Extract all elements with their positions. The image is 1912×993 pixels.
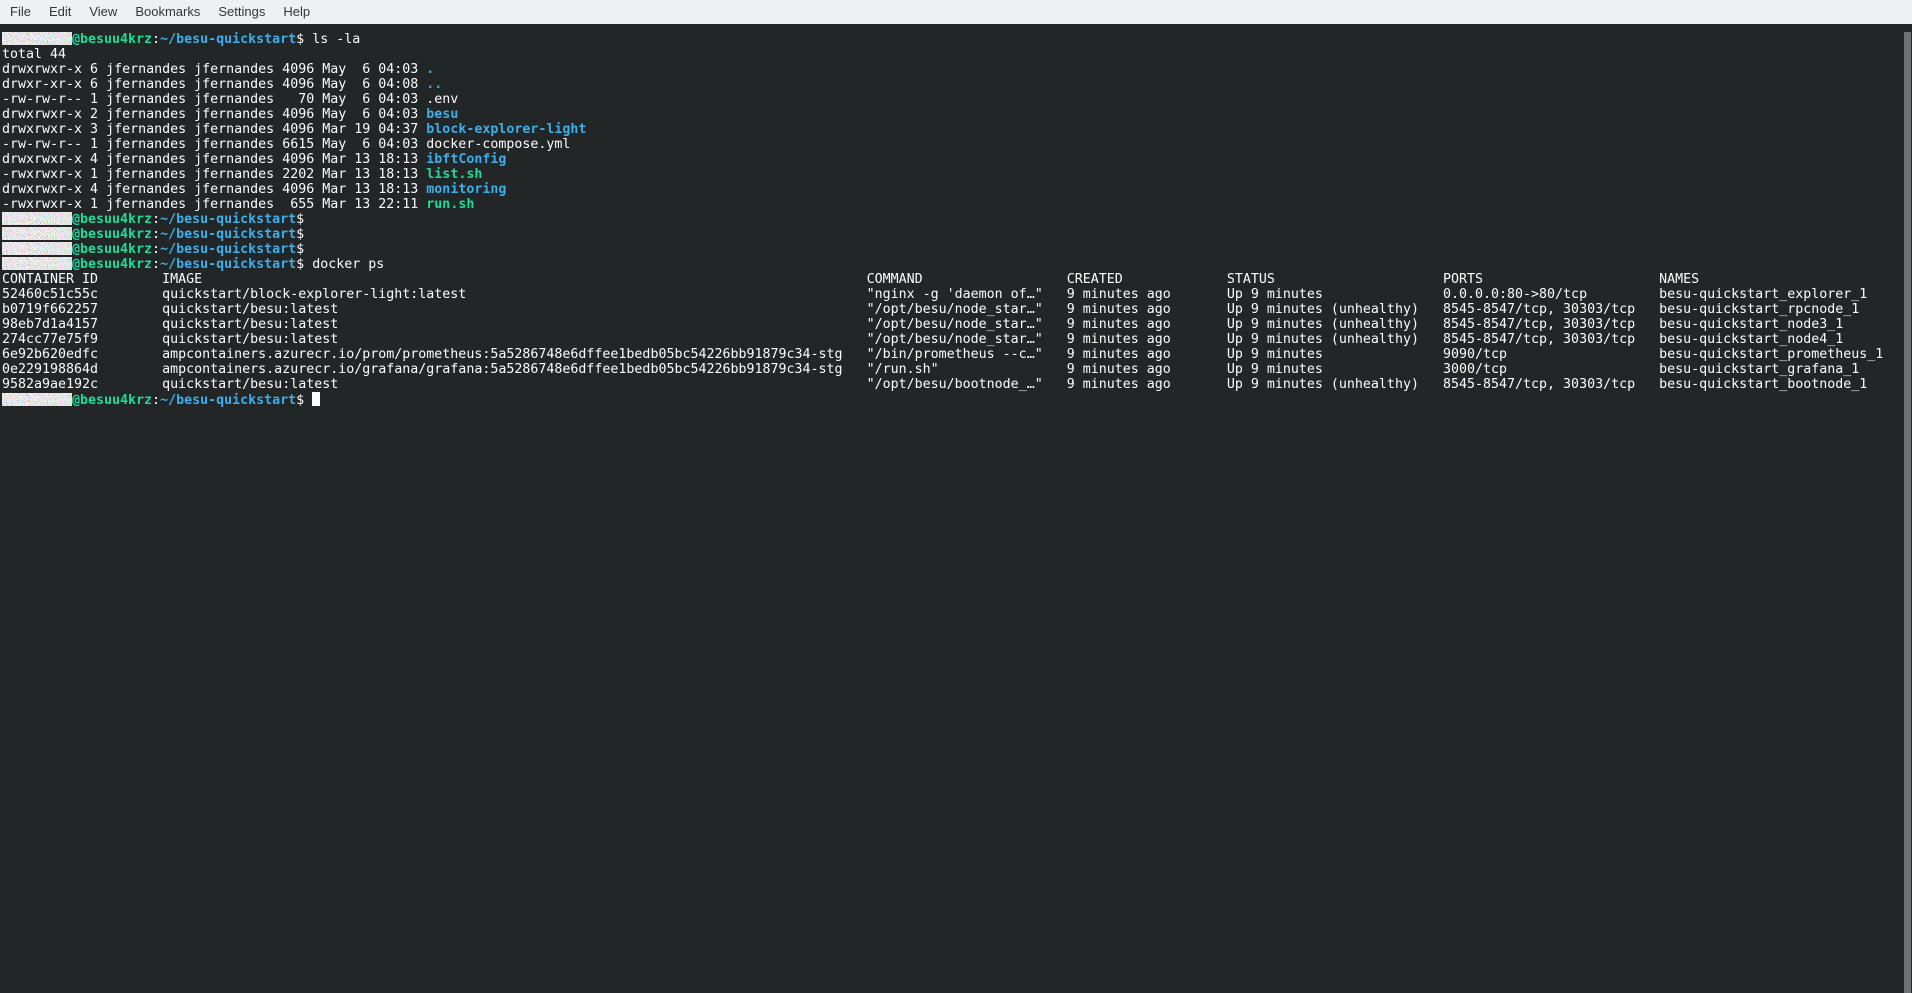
terminal-line: drwxrwxr-x 6 jfernandes jfernandes 4096 … [2,62,1898,77]
terminal-line: @besuu4krz:~/besu-quickstart$ ls -la [2,32,1898,47]
terminal-line: @besuu4krz:~/besu-quickstart$ [2,212,1898,227]
menu-item-help[interactable]: Help [274,0,319,24]
terminal-line: drwxr-xr-x 6 jfernandes jfernandes 4096 … [2,77,1898,92]
terminal-line: total 44 [2,47,1898,62]
terminal-line: 0e229198864d ampcontainers.azurecr.io/gr… [2,362,1898,377]
menu-item-view[interactable]: View [80,0,126,24]
redacted-username-noise [2,242,72,255]
menu-bar: File Edit View Bookmarks Settings Help [0,0,1912,24]
scrollbar-handle[interactable] [1904,32,1911,993]
terminal-line: @besuu4krz:~/besu-quickstart$ [2,242,1898,257]
redacted-username-noise [2,212,72,225]
terminal-line: CONTAINER ID IMAGE COMMAND CREATED STATU… [2,272,1898,287]
terminal-line: -rw-rw-r-- 1 jfernandes jfernandes 6615 … [2,137,1898,152]
menu-item-bookmarks[interactable]: Bookmarks [126,0,209,24]
terminal-line: drwxrwxr-x 4 jfernandes jfernandes 4096 … [2,152,1898,167]
terminal-line: 9582a9ae192c quickstart/besu:latest "/op… [2,377,1898,392]
terminal-line: 6e92b620edfc ampcontainers.azurecr.io/pr… [2,347,1898,362]
menu-item-file[interactable]: File [1,0,40,24]
redacted-username-noise [2,393,72,406]
menu-item-settings[interactable]: Settings [209,0,274,24]
terminal-line: @besuu4krz:~/besu-quickstart$ docker ps [2,257,1898,272]
terminal-line: 52460c51c55c quickstart/block-explorer-l… [2,287,1898,302]
terminal-screen[interactable]: @besuu4krz:~/besu-quickstart$ ls -latota… [0,24,1912,993]
terminal-line: drwxrwxr-x 3 jfernandes jfernandes 4096 … [2,122,1898,137]
redacted-username-noise [2,227,72,240]
terminal-line: -rwxrwxr-x 1 jfernandes jfernandes 2202 … [2,167,1898,182]
terminal-line: -rwxrwxr-x 1 jfernandes jfernandes 655 M… [2,197,1898,212]
terminal-line: @besuu4krz:~/besu-quickstart$ [2,392,1898,407]
terminal-line: @besuu4krz:~/besu-quickstart$ [2,227,1898,242]
scrollbar[interactable] [1903,24,1912,993]
terminal-line: drwxrwxr-x 4 jfernandes jfernandes 4096 … [2,182,1898,197]
terminal-line: b0719f662257 quickstart/besu:latest "/op… [2,302,1898,317]
terminal-line: 274cc77e75f9 quickstart/besu:latest "/op… [2,332,1898,347]
terminal-line: -rw-rw-r-- 1 jfernandes jfernandes 70 Ma… [2,92,1898,107]
menu-item-edit[interactable]: Edit [40,0,80,24]
redacted-username-noise [2,32,72,45]
terminal-line: drwxrwxr-x 2 jfernandes jfernandes 4096 … [2,107,1898,122]
terminal-cursor [312,392,320,406]
redacted-username-noise [2,257,72,270]
terminal-line: 98eb7d1a4157 quickstart/besu:latest "/op… [2,317,1898,332]
